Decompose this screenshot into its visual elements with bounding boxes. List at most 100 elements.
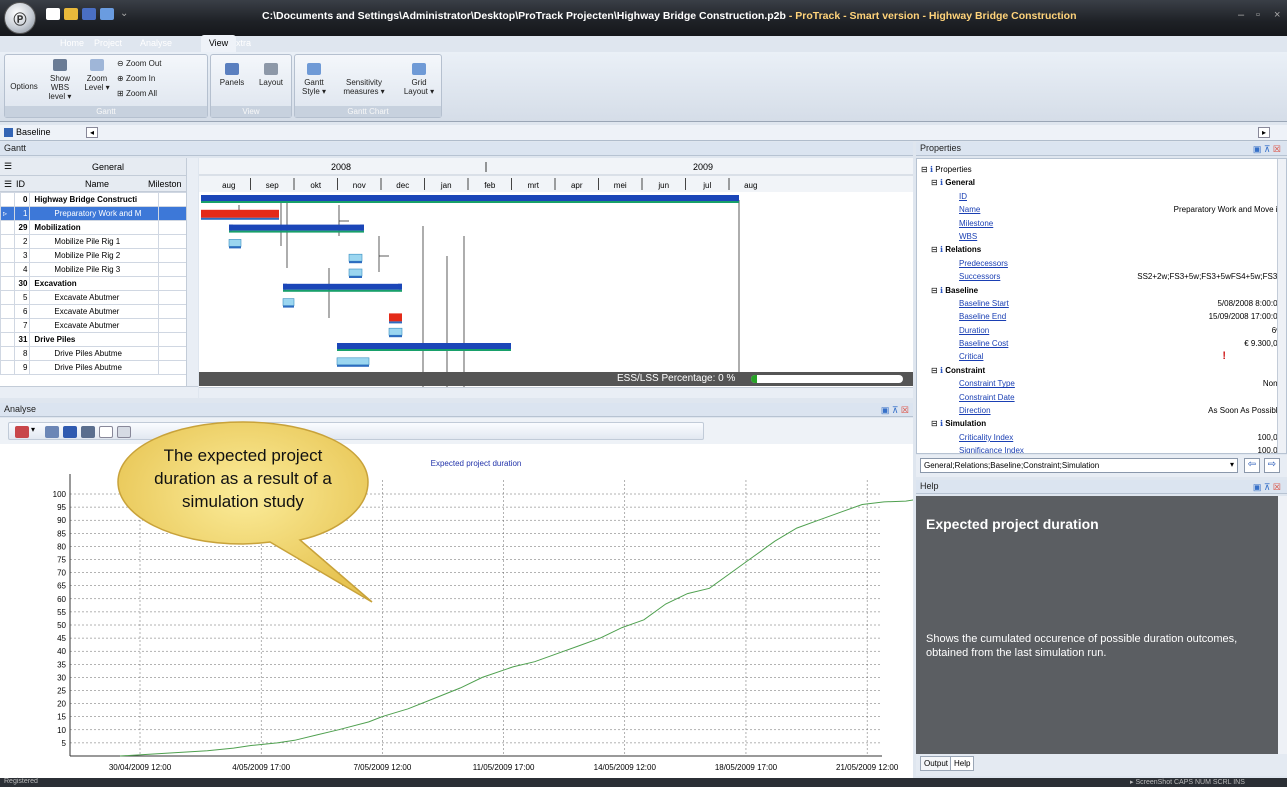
column-milestone[interactable]: Mileston <box>148 179 182 189</box>
task-name[interactable]: Drive Piles Abutme <box>29 360 160 375</box>
properties-section[interactable]: ⊟ ℹ Simulation <box>921 417 1274 430</box>
property-key[interactable]: Name <box>959 205 980 214</box>
gantt-style-button[interactable]: Gantt Style ▾ <box>299 63 329 96</box>
column-menu-icon[interactable]: ☰ <box>4 179 12 190</box>
property-key[interactable]: Direction <box>959 406 991 415</box>
chevron-down-icon[interactable]: ▾ <box>1230 460 1234 469</box>
property-key[interactable]: Baseline Start <box>959 299 1009 308</box>
property-row[interactable]: WBS1 <box>921 230 1282 243</box>
application-menu-button[interactable]: Ⓟ <box>4 2 36 34</box>
properties-scrollbar[interactable] <box>1277 159 1286 453</box>
property-row[interactable]: Constraint Type None <box>921 377 1282 390</box>
task-row[interactable]: 4 Mobilize Pile Rig 3 <box>0 262 197 277</box>
property-key[interactable]: WBS <box>959 232 977 241</box>
row-indicator[interactable] <box>0 248 15 263</box>
property-row[interactable]: Milestone <box>921 217 1274 230</box>
panels-button[interactable]: Panels <box>215 63 249 87</box>
task-name[interactable]: Excavate Abutmer <box>29 318 160 333</box>
grid-vertical-scrollbar[interactable] <box>186 158 198 386</box>
row-indicator[interactable] <box>0 346 15 361</box>
tab-help[interactable]: Help <box>950 756 975 771</box>
forward-arrow-icon[interactable]: ⇨ <box>1264 458 1280 473</box>
property-key[interactable]: Significance Index <box>959 446 1024 453</box>
property-key[interactable]: Duration <box>959 326 989 335</box>
task-row[interactable]: 31 Drive Piles <box>0 332 197 347</box>
task-name[interactable]: Highway Bridge Constructi <box>29 192 160 207</box>
property-row[interactable]: Critical! <box>921 350 1274 363</box>
panel-controls[interactable]: ▣ ⊼ ☒ <box>881 405 909 416</box>
zoom-all-button[interactable]: ⊞ Zoom All <box>117 89 157 98</box>
task-row[interactable]: ▹ 1 Preparatory Work and M <box>0 206 197 221</box>
gantt-horizontal-scrollbar[interactable] <box>199 387 913 398</box>
back-arrow-icon[interactable]: ⇦ <box>1244 458 1260 473</box>
help-panel-controls[interactable]: ▣ ⊼ ☒ <box>1253 482 1281 493</box>
tab-view[interactable]: View <box>201 35 236 52</box>
task-row[interactable]: 2 Mobilize Pile Rig 1 <box>0 234 197 249</box>
collapse-icon[interactable]: ⊟ <box>931 178 938 187</box>
help-scrollbar[interactable] <box>1278 496 1287 754</box>
close-button[interactable]: × <box>1274 9 1280 21</box>
chart-type-dropdown-icon[interactable]: ▾ <box>31 425 35 434</box>
align-icon[interactable] <box>81 426 95 438</box>
task-name[interactable]: Mobilize Pile Rig 1 <box>29 234 160 249</box>
property-row[interactable]: Constraint Date <box>921 391 1274 404</box>
properties-section[interactable]: ⊟ ℹ Relations <box>921 243 1274 256</box>
task-row[interactable]: 6 Excavate Abutmer <box>0 304 197 319</box>
new-icon[interactable] <box>46 8 60 20</box>
properties-section[interactable]: ⊟ ℹ General <box>921 176 1274 189</box>
property-row[interactable]: Name Preparatory Work and Move in <box>921 203 1282 216</box>
tab-home[interactable]: Home <box>56 38 88 52</box>
property-row[interactable]: Predecessors <box>921 257 1274 270</box>
column-name[interactable]: Name <box>85 179 109 189</box>
nav-left-button[interactable]: ◂ <box>86 127 98 138</box>
property-row[interactable]: Baseline Cost € 9.300,00 <box>921 337 1282 350</box>
collapse-icon[interactable]: ⊟ <box>931 245 938 254</box>
open-icon[interactable] <box>64 8 78 20</box>
task-row[interactable]: 30 Excavation <box>0 276 197 291</box>
options-button[interactable]: Options <box>9 67 39 91</box>
task-name[interactable]: Drive Piles Abutme <box>29 346 160 361</box>
task-name[interactable]: Preparatory Work and M <box>29 206 160 221</box>
row-indicator[interactable] <box>0 220 15 235</box>
properties-panel-controls[interactable]: ▣ ⊼ ☒ <box>1253 144 1281 155</box>
minimize-button[interactable]: – <box>1238 9 1244 21</box>
zoom-out-button[interactable]: ⊖ Zoom Out <box>117 59 162 68</box>
grid-layout-button[interactable]: Grid Layout ▾ <box>399 63 439 96</box>
property-key[interactable]: Criticality Index <box>959 433 1013 442</box>
task-row[interactable]: 29 Mobilization <box>0 220 197 235</box>
row-indicator[interactable]: ▹ <box>0 206 15 221</box>
show-wbs-level-button[interactable]: Show WBS level ▾ <box>43 59 77 101</box>
property-key[interactable]: Successors <box>959 272 1000 281</box>
collapse-icon[interactable]: ⊟ <box>931 419 938 428</box>
property-key[interactable]: Critical <box>959 352 983 361</box>
grid-menu-icon[interactable]: ☰ <box>4 161 12 172</box>
row-indicator[interactable] <box>0 262 15 277</box>
maximize-button[interactable]: ▫ <box>1256 9 1260 21</box>
row-indicator[interactable] <box>0 234 15 249</box>
property-row[interactable]: Direction As Soon As Possible <box>921 404 1282 417</box>
property-row[interactable]: Baseline End 15/09/2008 17:00:00 <box>921 310 1282 323</box>
customize-toolbar-icon[interactable]: ⌄ <box>120 8 128 19</box>
tab-output[interactable]: Output <box>920 756 953 771</box>
task-row[interactable]: 0 Highway Bridge Constructi <box>0 192 197 207</box>
tab-project[interactable]: Project <box>90 38 126 52</box>
save-icon[interactable] <box>82 8 96 20</box>
tab-analyse[interactable]: Analyse <box>136 38 176 52</box>
row-indicator[interactable] <box>0 332 15 347</box>
collapse-icon[interactable]: ⊟ <box>921 165 928 174</box>
row-indicator[interactable] <box>0 192 15 207</box>
property-key[interactable]: Baseline Cost <box>959 339 1008 348</box>
task-row[interactable]: 5 Excavate Abutmer <box>0 290 197 305</box>
task-row[interactable]: 9 Drive Piles Abutme <box>0 360 197 375</box>
collapse-icon[interactable]: ⊟ <box>931 286 938 295</box>
property-key[interactable]: ID <box>959 192 967 201</box>
chart-type-icon[interactable] <box>15 426 29 438</box>
task-name[interactable]: Mobilize Pile Rig 3 <box>29 262 160 277</box>
zoom-level-button[interactable]: Zoom Level ▾ <box>81 59 113 92</box>
column-id[interactable]: ID <box>16 179 25 189</box>
collapse-icon[interactable]: ⊟ <box>931 366 938 375</box>
grid-horizontal-scrollbar[interactable] <box>0 386 198 398</box>
property-key[interactable]: Constraint Date <box>959 393 1015 402</box>
section-selector[interactable]: General;Relations;Baseline;Constraint;Si… <box>920 458 1238 473</box>
property-row[interactable]: Baseline Start 5/08/2008 8:00:00 <box>921 297 1282 310</box>
